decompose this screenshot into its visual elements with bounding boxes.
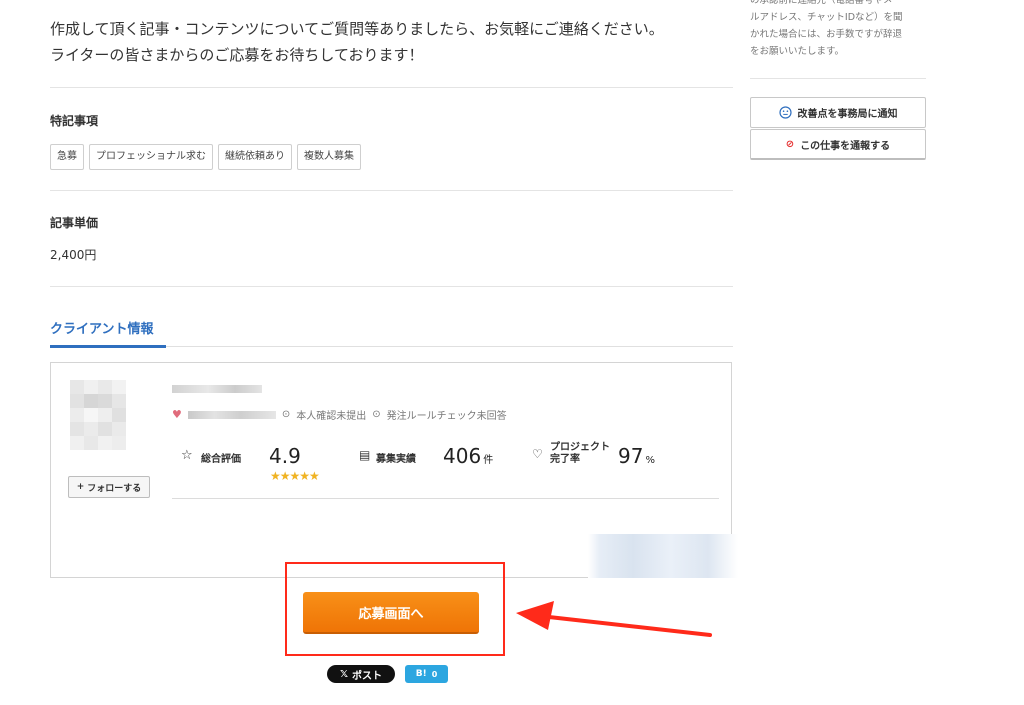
tag-urgent: 急募	[50, 144, 84, 170]
intro-text: 作成して頂く記事・コンテンツについてご質問等ありましたら、お気軽にご連絡ください…	[50, 16, 664, 68]
sidebar-note: の承認前に連絡先（電話番号やメ ルアドレス、チャットIDなど）を聞 かれた場合に…	[750, 0, 930, 60]
redacted-area	[588, 534, 738, 578]
divider	[50, 286, 733, 287]
price-title: 記事単価	[50, 216, 99, 230]
star-outline-icon: ☆	[181, 448, 193, 463]
tab-active-indicator	[50, 345, 166, 348]
sidebar-note-line: ルアドレス、チャットIDなど）を聞	[750, 12, 903, 23]
handshake-icon: ♡	[532, 447, 543, 461]
sidebar-note-line: かれた場合には、お手数ですが辞退	[750, 29, 903, 40]
improvement-notify-label: 改善点を事務局に通知	[797, 109, 898, 120]
avatar[interactable]	[70, 380, 126, 450]
rule-check-status: 発注ルールチェック未回答	[386, 411, 507, 422]
improvement-notify-button[interactable]: 改善点を事務局に通知	[750, 97, 926, 128]
sidebar-divider	[750, 78, 926, 79]
follow-label: フォローする	[87, 483, 142, 494]
report-job-label: この仕事を通報する	[800, 140, 891, 152]
identity-status: 本人確認未提出	[296, 411, 367, 422]
client-name-redacted	[172, 385, 262, 393]
stats-divider	[172, 498, 719, 499]
completion-label: プロジェクト 完了率	[550, 442, 610, 465]
hatena-bookmark-button[interactable]: B! 0	[405, 665, 448, 683]
recruit-label: 募集実績	[376, 454, 416, 465]
intro-line-2: ライターの皆さまからのご応募をお待ちしております！	[50, 46, 424, 64]
tab-rule	[166, 346, 733, 347]
smiley-icon	[778, 106, 792, 119]
rating-stars: ★★★★★	[270, 469, 320, 483]
sidebar-note-line: の承認前に連絡先（電話番号やメ	[750, 0, 893, 6]
tag-continuous: 継続依頼あり	[218, 144, 292, 170]
divider	[50, 190, 733, 191]
client-meta-row: ♥ ⊙ 本人確認未提出 ⊙ 発注ルールチェック未回答	[172, 407, 507, 422]
apply-button[interactable]: 応募画面へ	[303, 592, 479, 634]
prohibited-icon: ⊘	[785, 138, 795, 150]
follow-button[interactable]: + フォローする	[68, 476, 150, 498]
report-job-button[interactable]: ⊘ この仕事を通報する	[750, 129, 926, 160]
hatena-bookmark-icon: B!	[415, 669, 427, 679]
heart-icon[interactable]: ♥	[172, 408, 182, 421]
x-post-label: ポスト	[352, 670, 383, 682]
notes-title: 特記事項	[50, 114, 99, 128]
plus-icon: +	[76, 482, 85, 492]
sidebar-note-line: をお願いいたします。	[750, 46, 845, 57]
annotation-arrow-icon	[516, 601, 712, 637]
client-detail-redacted	[187, 410, 276, 419]
client-stats: ☆ 総合評価 4.9 ▤ 募集実績 406 件 ♡ プロジェクト 完了率 97%	[181, 441, 721, 481]
clipboard-icon: ▤	[359, 448, 371, 462]
check-circle-icon: ⊙	[372, 409, 381, 420]
hatena-count: 0	[431, 669, 438, 679]
tag-professional: プロフェッショナル求む	[89, 144, 213, 170]
price-value: 2,400円	[50, 248, 97, 262]
intro-line-1: 作成して頂く記事・コンテンツについてご質問等ありましたら、お気軽にご連絡ください…	[50, 20, 664, 38]
divider	[50, 87, 733, 88]
check-circle-icon: ⊙	[281, 409, 291, 420]
notes-tag-list: 急募 プロフェッショナル求む 継続依頼あり 複数人募集	[50, 144, 361, 170]
x-logo-icon: 𝕏	[339, 668, 349, 680]
x-post-button[interactable]: 𝕏 ポスト	[327, 665, 395, 683]
tab-client-info[interactable]: クライアント情報	[50, 318, 153, 337]
rating-label: 総合評価	[201, 454, 241, 465]
tag-multiple-hires: 複数人募集	[297, 144, 361, 170]
completion-value: 97%	[618, 444, 655, 468]
rating-value: 4.9	[269, 444, 301, 468]
recruit-value: 406 件	[443, 444, 494, 468]
